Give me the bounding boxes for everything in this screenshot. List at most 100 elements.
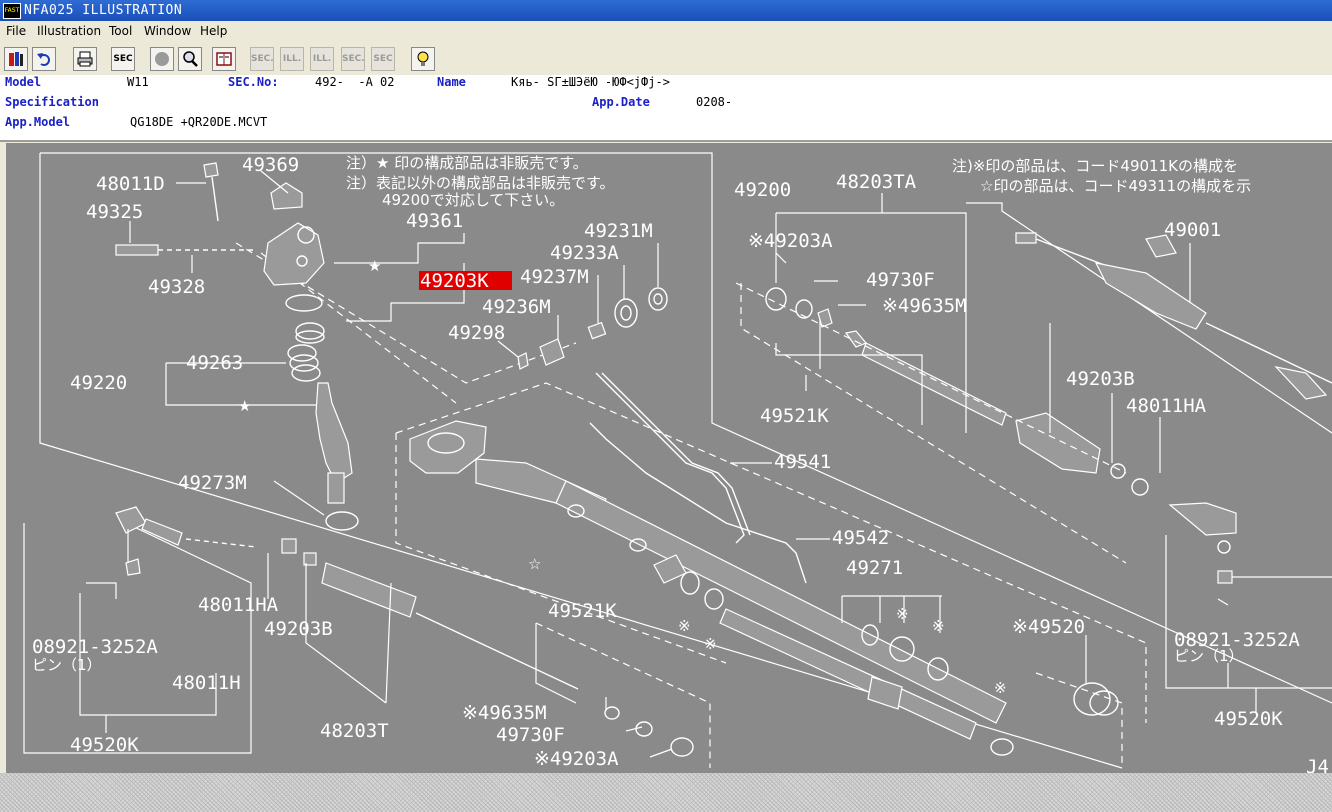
- note-kome-49011K: 注)※印の部品は、コード49011Kの構成を: [952, 157, 1238, 175]
- rack-assembly-49001: [1015, 232, 1332, 400]
- name-value: Кяь- SГ±ШЭёЮ -ЮФ<jФj->: [511, 75, 670, 89]
- note-other-not-sold: 注）表記以外の構成部品は非販売です。: [346, 174, 615, 192]
- illustration-code: J4: [1306, 756, 1329, 773]
- menu-file[interactable]: File: [4, 21, 28, 42]
- note-open-star-49311: ☆印の部品は、コード49311の構成を示: [980, 177, 1251, 195]
- sec-value: 492- -A 02: [315, 75, 395, 89]
- part-49325[interactable]: 49325: [86, 201, 143, 223]
- part-08921-3252A-left[interactable]: 08921-3252A: [32, 636, 158, 658]
- part-48203TA[interactable]: 48203TA: [836, 171, 917, 193]
- note-use-49200: 49200で対応して下さい。: [382, 191, 564, 209]
- part-49730F-top[interactable]: 49730F: [866, 269, 935, 291]
- menu-help[interactable]: Help: [198, 21, 229, 42]
- model-label: Model: [5, 75, 42, 89]
- app-icon: FAST: [3, 3, 21, 19]
- part-49328[interactable]: 49328: [148, 276, 205, 298]
- circle-button[interactable]: [150, 47, 174, 71]
- hint-button[interactable]: [411, 47, 435, 71]
- part-49203K-highlighted[interactable]: 49203K: [420, 270, 489, 292]
- part-49521K-bottom[interactable]: 49521K: [548, 600, 617, 622]
- gear-housing: [409, 420, 1007, 724]
- part-49635M-top[interactable]: ※49635M: [882, 295, 967, 317]
- menu-illustration[interactable]: Illustration: [35, 21, 103, 42]
- menu-tool[interactable]: Tool: [107, 21, 134, 42]
- part-49271[interactable]: 49271: [846, 557, 903, 579]
- part-49231M[interactable]: 49231M: [584, 220, 653, 242]
- part-49730F-bottom[interactable]: 49730F: [496, 724, 565, 746]
- panel-separator: [0, 140, 1332, 142]
- part-49369[interactable]: 49369: [242, 154, 299, 176]
- parts-diagram: 注）★ 印の構成部品は非販売です。 注）表記以外の構成部品は非販売です。 492…: [23, 152, 1332, 773]
- part-49520K-left[interactable]: 49520K: [70, 734, 139, 756]
- part-49220[interactable]: 49220: [70, 372, 127, 394]
- part-48011D[interactable]: 48011D: [96, 173, 165, 195]
- catalog-icon: [9, 52, 23, 66]
- part-49635M-bottom[interactable]: ※49635M: [462, 702, 547, 724]
- printer-icon: [77, 51, 93, 67]
- section-info-panel: Model W11 SEC.No: 492- -A 02 Name Кяь- S…: [0, 75, 1332, 140]
- appmodel-value: QG18DE +QR20DE.MCVT: [130, 115, 268, 129]
- illustration-canvas[interactable]: 注）★ 印の構成部品は非販売です。 注）表記以外の構成部品は非販売です。 492…: [6, 143, 1332, 773]
- part-49542[interactable]: 49542: [832, 527, 889, 549]
- part-49361[interactable]: 49361: [406, 210, 463, 232]
- next-ill-button[interactable]: ILL.: [310, 47, 334, 71]
- part-48011HA-left[interactable]: 48011HA: [198, 594, 279, 616]
- title-bar: FAST NFA025 ILLUSTRATION: [0, 0, 1332, 21]
- part-49236M[interactable]: 49236M: [482, 296, 551, 318]
- star-mark: ★: [238, 397, 251, 415]
- sec-button[interactable]: SEC: [111, 47, 135, 71]
- spec-label: Specification: [5, 95, 99, 109]
- kome-mark: ※: [994, 679, 1007, 697]
- part-49200[interactable]: 49200: [734, 179, 791, 201]
- part-49520[interactable]: ※49520: [1012, 616, 1085, 638]
- pin-label-right: ピン（1）: [1174, 647, 1244, 665]
- left-tie-rod: [115, 506, 579, 690]
- print-button[interactable]: [73, 47, 97, 71]
- part-49541[interactable]: 49541: [774, 451, 831, 473]
- part-48011H[interactable]: 48011H: [172, 672, 241, 694]
- sec-query-button[interactable]: SEC: [371, 47, 395, 71]
- part-48203T[interactable]: 48203T: [320, 720, 389, 742]
- part-49203A-bottom[interactable]: ※49203A: [534, 748, 619, 770]
- name-label: Name: [437, 75, 466, 89]
- part-49273M[interactable]: 49273M: [178, 472, 247, 494]
- book-button[interactable]: [212, 47, 236, 71]
- part-49298[interactable]: 49298: [448, 322, 505, 344]
- menu-window[interactable]: Window: [142, 21, 193, 42]
- part-49520K-right[interactable]: 49520K: [1214, 708, 1283, 730]
- menu-bar: File Illustration Tool Window Help: [0, 21, 1332, 42]
- part-49001[interactable]: 49001: [1164, 219, 1221, 241]
- star-mark: ★: [368, 257, 381, 275]
- catalog-button[interactable]: [4, 47, 28, 71]
- status-strip: [0, 773, 1332, 812]
- pin-label-left: ピン（1）: [32, 656, 102, 674]
- window-title: NFA025 ILLUSTRATION: [24, 3, 183, 18]
- appdate-label: App.Date: [592, 95, 650, 109]
- undo-button[interactable]: [32, 47, 56, 71]
- undo-icon: [37, 53, 50, 66]
- prev-ill-button[interactable]: ILL.: [280, 47, 304, 71]
- part-48011HA-right[interactable]: 48011HA: [1126, 395, 1207, 417]
- part-49237M[interactable]: 49237M: [520, 266, 589, 288]
- part-49263[interactable]: 49263: [186, 352, 243, 374]
- kome-mark: ※: [678, 617, 691, 635]
- appdate-value: 0208-: [696, 95, 733, 109]
- zoom-button[interactable]: [178, 47, 202, 71]
- prev-sec-button[interactable]: SEC.: [250, 47, 274, 71]
- magnifier-icon: [183, 51, 198, 67]
- part-49233A[interactable]: 49233A: [550, 242, 619, 264]
- lightbulb-icon: [417, 51, 429, 66]
- part-49203B-right[interactable]: 49203B: [1066, 368, 1135, 390]
- appmodel-label: App.Model: [5, 115, 71, 129]
- kome-mark: ※: [704, 635, 717, 653]
- part-49203B-left[interactable]: 49203B: [264, 618, 333, 640]
- pinion-assembly: [287, 344, 359, 531]
- part-49203A-top[interactable]: ※49203A: [748, 230, 833, 252]
- part-49521K-top[interactable]: 49521K: [760, 405, 829, 427]
- note-star-not-sold: 注）★ 印の構成部品は非販売です。: [346, 154, 588, 172]
- kome-mark: ※: [932, 617, 945, 635]
- model-value: W11: [127, 75, 149, 89]
- book-icon: [216, 52, 232, 66]
- sec-label: SEC.No:: [228, 75, 279, 89]
- next-sec-button[interactable]: SEC.: [341, 47, 365, 71]
